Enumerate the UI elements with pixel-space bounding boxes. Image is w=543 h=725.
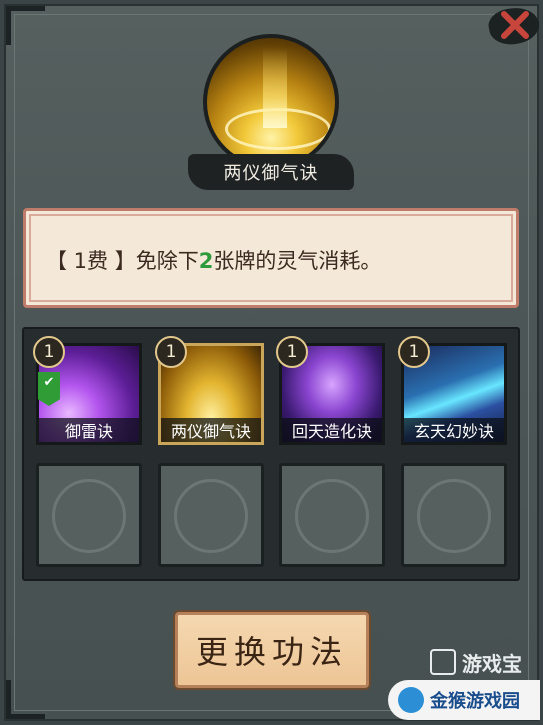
watermark-jinhou: 金猴游戏园 [388, 680, 540, 720]
card-label: 回天造化诀 [282, 418, 382, 442]
description-suffix: 张牌的灵气消耗。 [213, 249, 382, 273]
cost-badge: 1 [398, 336, 430, 368]
skill-name: 两仪御气诀 [223, 163, 319, 184]
cost-badge: 1 [155, 336, 187, 368]
close-button[interactable] [485, 0, 543, 50]
skill-name-plate: 两仪御气诀 [188, 154, 354, 190]
empty-skill-slot[interactable] [158, 463, 264, 567]
card-label: 玄天幻妙诀 [404, 418, 504, 442]
skill-emblem-image [203, 34, 339, 170]
checkmark-icon: ✔ [38, 372, 60, 406]
watermark-youxibao: 游戏宝 [430, 642, 542, 682]
corner-ornament [6, 6, 45, 45]
description-prefix: 【 1费 】免除下 [46, 249, 199, 273]
change-skill-button[interactable]: 更换功法 [175, 612, 369, 688]
skill-description-box: 【 1费 】免除下2张牌的灵气消耗。 [23, 208, 519, 308]
watermark-text: 游戏宝 [462, 651, 522, 676]
slot-ring [52, 479, 126, 553]
skill-description: 【 1费 】免除下2张牌的灵气消耗。 [46, 245, 381, 275]
slot-ring [417, 479, 491, 553]
empty-skill-slot[interactable] [279, 463, 385, 567]
corner-ornament [6, 680, 45, 719]
close-x-icon [501, 11, 529, 39]
cost-badge: 1 [33, 336, 65, 368]
watermark-text: 金猴游戏园 [430, 691, 520, 712]
card-label: 御雷诀 [39, 418, 139, 442]
empty-skill-slot[interactable] [401, 463, 507, 567]
gamepad-icon [430, 649, 456, 675]
card-label: 两仪御气诀 [161, 418, 261, 442]
monkey-logo-icon [398, 687, 424, 713]
empty-skill-slot[interactable] [36, 463, 142, 567]
description-number: 2 [198, 249, 214, 273]
slot-ring [174, 479, 248, 553]
cost-badge: 1 [276, 336, 308, 368]
slot-ring [295, 479, 369, 553]
